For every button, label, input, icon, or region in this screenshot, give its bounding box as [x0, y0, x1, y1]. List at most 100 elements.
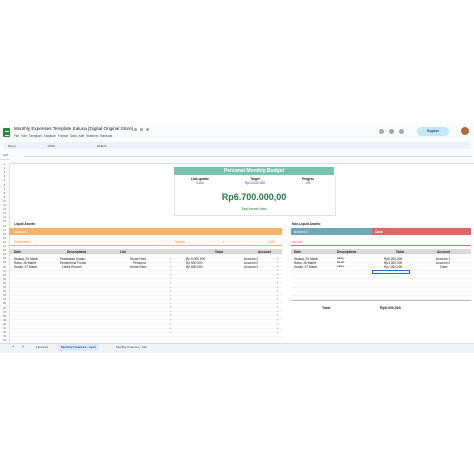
row-number[interactable]: 33 [1, 294, 8, 297]
row-number[interactable]: 41 [1, 327, 8, 330]
row-number[interactable]: 31 [1, 286, 8, 289]
comment-icon[interactable] [389, 129, 394, 134]
menu-edit[interactable]: Edit [21, 134, 27, 138]
share-button[interactable]: Bagikan [417, 127, 449, 136]
row-number[interactable]: 23 [1, 253, 8, 256]
inc-row-3-date[interactable]: Kamis, 27 Maret [294, 265, 317, 269]
row-number[interactable]: 36 [1, 307, 8, 310]
selected-cell[interactable] [372, 270, 410, 274]
menu-insert[interactable]: Sisipkan [44, 134, 56, 138]
row-number[interactable]: 26 [1, 266, 8, 269]
formula-bar[interactable] [25, 152, 471, 157]
inc-row-3-account[interactable]: Cash [440, 265, 447, 269]
cloud-status-icon[interactable] [146, 127, 149, 131]
exp-row-3-list[interactable]: Home Rent [130, 265, 146, 269]
exp-row-3-date[interactable]: Kamis, 27 Maret [14, 265, 37, 269]
row-number[interactable]: 30 [1, 282, 8, 285]
row-number[interactable]: 35 [1, 302, 8, 305]
row-number[interactable]: 28 [1, 274, 8, 277]
exp-row-3-value[interactable]: Rp 800.000 [186, 265, 202, 269]
menu-format[interactable]: Format [58, 134, 68, 138]
row-number[interactable]: 21 [1, 245, 8, 248]
row-number[interactable]: 13 [1, 212, 8, 215]
menu-help[interactable]: Bantuan [100, 134, 112, 138]
toolbar-items: Menu 100% Default [8, 144, 106, 148]
inc-header-account: Account [437, 249, 450, 254]
menu-file[interactable]: File [14, 134, 19, 138]
inc-row-3-value[interactable]: Rp1.000.000 [384, 265, 402, 269]
row-number[interactable]: 15 [1, 220, 8, 223]
tab-monthly-april[interactable]: Monthly Finances - April [58, 344, 99, 351]
row-number[interactable]: 5 [1, 179, 8, 182]
row-number[interactable]: 42 [1, 331, 8, 334]
row-number[interactable]: 29 [1, 278, 8, 281]
row-number[interactable]: 44 [1, 339, 8, 342]
year-value: 2025 [268, 240, 276, 244]
sheets-logo-icon[interactable] [3, 128, 10, 137]
menu-extensions[interactable]: Ekstensi [86, 134, 98, 138]
row-number[interactable]: 18 [1, 233, 8, 236]
menu-view[interactable]: Tampilan [29, 134, 42, 138]
month-dropdown-icon[interactable]: ▾ [223, 240, 225, 244]
row-number[interactable]: 43 [1, 335, 8, 338]
row-number[interactable]: 3 [1, 171, 8, 174]
add-sheet-icon[interactable]: + [12, 345, 14, 349]
row-number[interactable]: 12 [1, 208, 8, 211]
row-number[interactable]: 38 [1, 315, 8, 318]
row-number[interactable]: 20 [1, 241, 8, 244]
move-icon[interactable] [140, 127, 143, 131]
row-number[interactable]: 2 [1, 167, 8, 170]
name-box[interactable]: A37 [3, 153, 8, 157]
all-sheets-icon[interactable]: ≡ [22, 345, 24, 349]
inc-row-3-desc[interactable]: Salary [337, 265, 344, 269]
search-menus-button[interactable]: Menu [8, 144, 16, 148]
account1-label: Account 1 [14, 229, 29, 234]
row-number[interactable]: 24 [1, 257, 8, 260]
exp-header-value: Value [215, 249, 224, 254]
history-icon[interactable] [379, 129, 384, 134]
exp-row-3-desc[interactable]: Listrik Rumah [62, 265, 82, 269]
video-call-icon[interactable] [399, 129, 404, 134]
row-number[interactable]: 34 [1, 298, 8, 301]
row-number[interactable]: 1 [1, 163, 8, 166]
row-number[interactable]: 6 [1, 184, 8, 187]
column-headers[interactable] [9, 159, 474, 164]
liquid-assets-label: Liquid Assets: [14, 222, 36, 226]
row-number[interactable]: 16 [1, 225, 8, 228]
menu-tools[interactable]: Alat [79, 134, 85, 138]
inc-header-date: Date [294, 249, 301, 254]
zoom-select[interactable]: 100% [47, 144, 55, 148]
row-number[interactable]: 4 [1, 175, 8, 178]
list-dropdown-arrows[interactable]: ▾ ▾ ▾ ▾ ▾ ▾ ▾ ▾ ▾ ▾ ▾ ▾ ▾ ▾ ▾ ▾ ▾ ▾ ▾ [170, 257, 172, 337]
avatar[interactable] [461, 127, 469, 135]
row-number[interactable]: 37 [1, 311, 8, 314]
font-select[interactable]: Default [97, 144, 107, 148]
row-number[interactable]: 17 [1, 229, 8, 232]
tab-finances[interactable]: Finances [33, 344, 51, 351]
row-number[interactable]: 19 [1, 237, 8, 240]
row-number[interactable]: 9 [1, 196, 8, 199]
exp-row-3-account[interactable]: Account 2 [244, 265, 258, 269]
row-number[interactable]: 22 [1, 249, 8, 252]
non-liquid-assets-label: Non-Liquid Assets: [292, 222, 322, 226]
kpi-last-update-value: 5 Ulo [196, 181, 204, 185]
account-dropdown-arrows[interactable]: ▾ ▾ ▾ ▾ ▾ ▾ ▾ ▾ ▾ ▾ ▾ ▾ ▾ ▾ ▾ ▾ ▾ ▾ ▾ [277, 257, 279, 337]
row-number[interactable]: 7 [1, 188, 8, 191]
row-number[interactable]: 14 [1, 216, 8, 219]
row-number[interactable]: 32 [1, 290, 8, 293]
account1-section-bar [9, 228, 282, 235]
tab-monthly-mei[interactable]: Monthly Finances - Mei [113, 344, 150, 351]
row-number[interactable]: 11 [1, 204, 8, 207]
row-number[interactable]: 27 [1, 270, 8, 273]
row-number[interactable]: 8 [1, 192, 8, 195]
row-number[interactable]: 39 [1, 319, 8, 322]
star-icon[interactable] [134, 127, 137, 131]
row-number[interactable]: 25 [1, 261, 8, 264]
exp-header-date: Date [14, 249, 21, 254]
row-number[interactable]: 40 [1, 323, 8, 326]
menu-data[interactable]: Data [70, 134, 77, 138]
total-assets-label: Total Assets Value [241, 207, 267, 211]
document-title[interactable]: Monthly Expenses Template Kaluna [Digita… [14, 126, 133, 131]
month-select[interactable]: Oktober [174, 240, 185, 244]
row-number[interactable]: 10 [1, 200, 8, 203]
